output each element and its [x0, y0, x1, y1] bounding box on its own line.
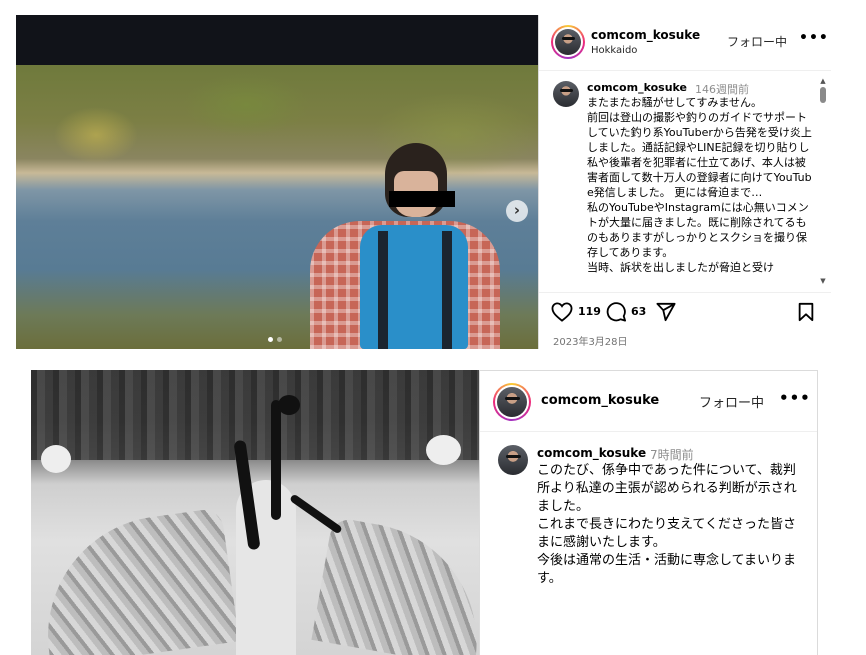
- forest-background: [31, 370, 479, 460]
- like-count[interactable]: 119: [578, 305, 601, 318]
- crane-head: [278, 395, 300, 415]
- comment-count[interactable]: 63: [631, 305, 646, 318]
- scrollbar-thumb[interactable]: [820, 87, 826, 103]
- instagram-post-1: › comcom_kosuke Hokkaido フォロー中 ••• comco…: [16, 15, 831, 349]
- post-2-header: comcom_kosuke フォロー中 •••: [480, 371, 817, 432]
- crane-beak: [289, 493, 343, 535]
- scroll-up-arrow-icon[interactable]: ▲: [819, 77, 827, 85]
- avatar-story-ring[interactable]: [551, 25, 585, 59]
- carousel-dot-active: [268, 337, 273, 342]
- instagram-post-2: comcom_kosuke フォロー中 ••• comcom_kosuke 7時…: [31, 370, 818, 655]
- carousel-dots: [268, 337, 288, 343]
- avatar: [555, 29, 581, 55]
- location-link[interactable]: Hokkaido: [591, 45, 637, 56]
- more-options-icon[interactable]: •••: [799, 30, 829, 46]
- post-date: 2023年3月28日: [553, 337, 628, 348]
- heart-icon[interactable]: [551, 302, 573, 322]
- more-options-icon[interactable]: •••: [779, 389, 811, 407]
- username[interactable]: comcom_kosuke: [591, 28, 700, 42]
- censor-bar: [389, 191, 455, 207]
- caption-username[interactable]: comcom_kosuke: [537, 446, 646, 460]
- next-image-button[interactable]: ›: [506, 200, 528, 222]
- post-1-sidebar: comcom_kosuke Hokkaido フォロー中 ••• comcom_…: [538, 15, 831, 349]
- carousel-dot: [277, 337, 282, 342]
- following-button[interactable]: フォロー中: [699, 392, 764, 411]
- background-crane: [41, 445, 71, 473]
- person-photo: [290, 143, 500, 349]
- crane-wing-right: [311, 516, 479, 655]
- comment-icon[interactable]: [606, 302, 626, 322]
- post-1-actions: 119 63 2023年3月28日: [539, 292, 831, 350]
- scroll-down-arrow-icon[interactable]: ▼: [819, 277, 827, 285]
- crane-neck: [271, 400, 281, 520]
- following-button[interactable]: フォロー中: [727, 33, 787, 50]
- avatar-story-ring[interactable]: [493, 383, 531, 421]
- username[interactable]: comcom_kosuke: [541, 393, 659, 408]
- caption-username[interactable]: comcom_kosuke: [587, 81, 687, 94]
- caption-scrollbar[interactable]: ▲ ▼: [819, 77, 827, 285]
- caption-text: このたび、係争中であった件について、裁判所より私達の主張が認められる判断が示され…: [537, 463, 797, 586]
- caption-block: comcom_kosuke 146週間前 またまたお騒がせしてすみません。 前回…: [551, 77, 817, 285]
- bookmark-icon[interactable]: [797, 302, 815, 322]
- crane-wing-left: [32, 507, 240, 655]
- post-1-photo-area[interactable]: ›: [16, 15, 538, 349]
- post-2-sidebar: comcom_kosuke フォロー中 ••• comcom_kosuke 7時…: [479, 370, 818, 655]
- avatar[interactable]: [553, 81, 579, 107]
- avatar[interactable]: [498, 445, 528, 475]
- share-icon[interactable]: [656, 302, 676, 322]
- avatar: [497, 387, 527, 417]
- post-1-header: comcom_kosuke Hokkaido フォロー中 •••: [539, 15, 831, 71]
- caption-text: またまたお騒がせしてすみません。 前回は登山の撮影や釣りのガイドでサポートしてい…: [587, 96, 812, 274]
- background-crane: [426, 435, 461, 465]
- caption-timestamp: 7時間前: [650, 448, 694, 462]
- post-2-photo-area[interactable]: [31, 370, 479, 655]
